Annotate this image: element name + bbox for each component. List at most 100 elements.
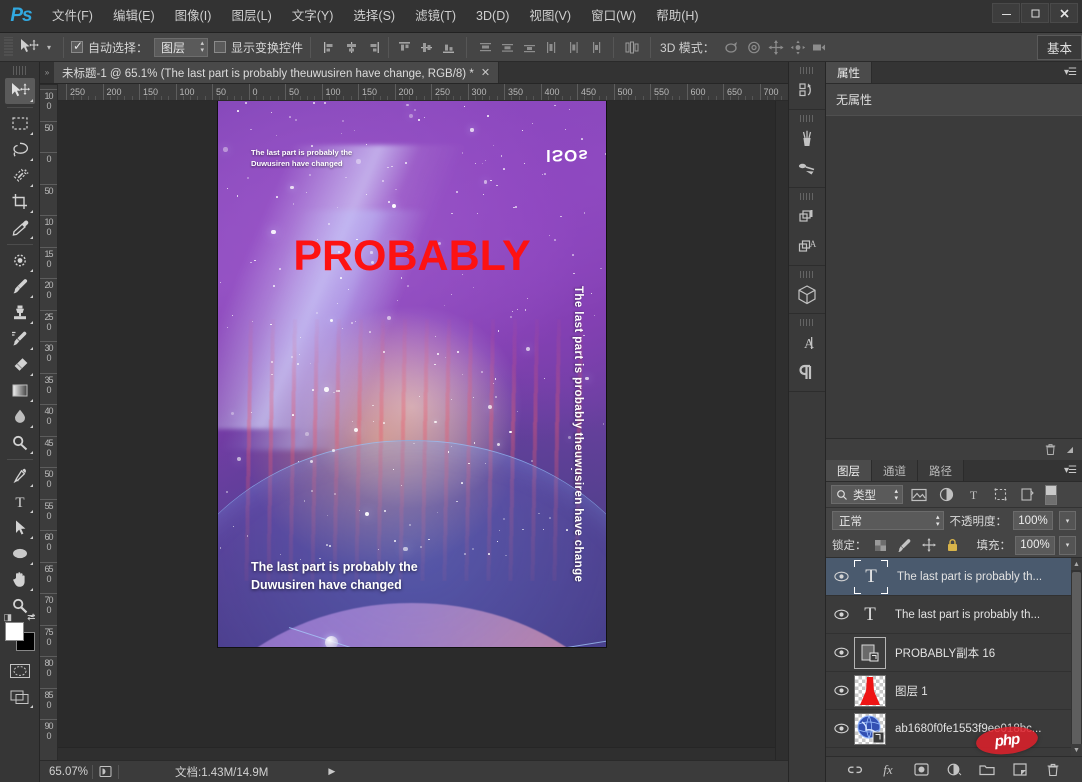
menu-type[interactable]: 文字(Y) (282, 0, 344, 33)
layers-panel-menu-icon[interactable]: ▾☰ (1064, 465, 1077, 476)
menu-image[interactable]: 图像(I) (165, 0, 222, 33)
dock-grip-icon[interactable] (800, 193, 814, 200)
document-profile-icon[interactable] (93, 765, 118, 778)
lock-all-icon[interactable] (943, 535, 963, 555)
lock-position-icon[interactable] (919, 535, 939, 555)
table-row[interactable]: PROBABLY副本 16 (826, 634, 1082, 672)
tool-horizontal-type[interactable]: T (5, 489, 35, 515)
tab-properties[interactable]: 属性 (826, 62, 872, 83)
3d-pan-icon[interactable] (765, 36, 787, 58)
tool-eyedropper[interactable] (5, 215, 35, 241)
tool-hand[interactable] (5, 567, 35, 593)
swap-colors-icon[interactable]: ⇄ (27, 612, 35, 623)
tab-scroll-icon[interactable]: » (40, 62, 54, 83)
tool-ellipse-shape[interactable] (5, 541, 35, 567)
distribute-top-edges-icon[interactable] (474, 36, 496, 58)
layer-thumbnail-text[interactable]: T (854, 599, 886, 631)
distribute-vertical-centers-icon[interactable] (496, 36, 518, 58)
fill-stepper[interactable]: ▾ (1059, 535, 1076, 555)
menu-select[interactable]: 选择(S) (343, 0, 405, 33)
tool-history-brush[interactable] (5, 326, 35, 352)
tool-clone-stamp[interactable] (5, 300, 35, 326)
filter-enable-toggle[interactable] (1045, 484, 1057, 505)
table-row[interactable]: ab1680f0fe1553f9ee018bc... (826, 710, 1082, 748)
scrollbar-thumb[interactable] (1072, 572, 1081, 756)
options-bar-grip-icon[interactable] (4, 37, 13, 57)
auto-select-checkbox[interactable] (71, 39, 83, 53)
distribute-left-edges-icon[interactable] (540, 36, 562, 58)
foreground-color-swatch[interactable] (4, 622, 24, 641)
tab-layers[interactable]: 图层 (826, 460, 872, 481)
minimize-button[interactable] (992, 3, 1020, 23)
canvas-viewport[interactable]: The last part is probably the Duwusiren … (58, 101, 788, 760)
align-top-edges-icon[interactable] (393, 36, 415, 58)
artboard[interactable]: The last part is probably the Duwusiren … (218, 101, 606, 647)
menu-3d[interactable]: 3D(D) (466, 0, 519, 33)
tool-quick-selection[interactable] (5, 163, 35, 189)
workspace-switcher-button[interactable]: 基本 (1036, 35, 1082, 60)
layer-name[interactable]: The last part is probably th... (895, 609, 1040, 621)
menu-file[interactable]: 文件(F) (42, 0, 103, 33)
active-tool-move-icon[interactable] (16, 36, 42, 58)
scroll-down-icon[interactable]: ▼ (1071, 744, 1082, 756)
adjustment-filter-icon[interactable] (935, 485, 957, 505)
distribute-right-edges-icon[interactable] (584, 36, 606, 58)
table-row[interactable]: T The last part is probably th... (826, 558, 1082, 596)
tab-channels[interactable]: 通道 (872, 460, 918, 481)
align-left-edges-icon[interactable] (318, 36, 340, 58)
tool-eraser[interactable] (5, 352, 35, 378)
menu-layer[interactable]: 图层(L) (221, 0, 281, 33)
menu-edit[interactable]: 编辑(E) (103, 0, 165, 33)
adjustment-layer-icon[interactable] (945, 761, 963, 779)
align-right-edges-icon[interactable] (362, 36, 384, 58)
pixel-filter-icon[interactable] (908, 485, 930, 505)
3d-panel-icon[interactable] (792, 280, 822, 310)
layer-visibility-icon[interactable] (828, 723, 854, 734)
new-layer-icon[interactable] (1011, 761, 1029, 779)
character-styles-icon[interactable]: A (792, 232, 822, 262)
status-expand-icon[interactable]: ▶ (322, 766, 341, 777)
layer-name[interactable]: ab1680f0fe1553f9ee018bc... (895, 723, 1041, 735)
type-filter-icon[interactable]: T (962, 485, 984, 505)
menu-window[interactable]: 窗口(W) (581, 0, 646, 33)
table-row[interactable]: T The last part is probably th... (826, 596, 1082, 634)
dock-grip-icon[interactable] (800, 319, 814, 326)
tool-move[interactable] (4, 78, 35, 104)
dock-grip-icon[interactable] (800, 115, 814, 122)
lock-transparent-pixels-icon[interactable] (871, 535, 891, 555)
tool-pen[interactable] (5, 463, 35, 489)
brush-presets-icon[interactable] (792, 124, 822, 154)
horizontal-ruler[interactable]: 250 200 150 100 50 0 50 100 150 200 250 300 350 400 45… (58, 84, 788, 101)
document-tab[interactable]: 未标题-1 @ 65.1% (The last part is probably… (54, 62, 500, 83)
smart-object-filter-icon[interactable] (1016, 485, 1038, 505)
brush-settings-icon[interactable] (792, 154, 822, 184)
3d-rotate-icon[interactable] (721, 36, 743, 58)
3d-slide-icon[interactable] (787, 36, 809, 58)
dock-grip-icon[interactable] (800, 67, 814, 74)
tool-rectangular-marquee[interactable] (5, 111, 35, 137)
tool-crop[interactable] (5, 189, 35, 215)
layer-filter-type-dropdown[interactable]: 类型 ▴ ▾ (831, 485, 903, 504)
menu-filter[interactable]: 滤镜(T) (405, 0, 466, 33)
menu-view[interactable]: 视图(V) (519, 0, 581, 33)
layer-name[interactable]: The last part is probably th... (897, 571, 1042, 583)
tool-preset-chevron-icon[interactable]: ▾ (42, 36, 56, 58)
canvas-vertical-scrollbar[interactable] (775, 101, 788, 760)
align-horizontal-centers-icon[interactable] (340, 36, 362, 58)
table-row[interactable]: 图层 1 (826, 672, 1082, 710)
layer-thumbnail-text[interactable]: T (854, 751, 886, 757)
quick-mask-toggle[interactable] (5, 658, 35, 684)
3d-roll-icon[interactable] (743, 36, 765, 58)
layer-thumbnail-text[interactable]: T (854, 559, 888, 594)
fill-value[interactable]: 100% (1015, 535, 1055, 555)
layer-style-icon[interactable]: fx (879, 761, 897, 779)
layer-list[interactable]: T The last part is probably th... T The … (826, 558, 1082, 756)
opacity-stepper[interactable]: ▾ (1059, 511, 1076, 530)
align-vertical-centers-icon[interactable] (415, 36, 437, 58)
layer-thumbnail-smart-object-image[interactable] (854, 712, 886, 745)
vertical-ruler[interactable]: 100 50 0 50 100 150 200 250 300 350 400 450 500 550 60… (40, 85, 58, 760)
history-panel-icon[interactable] (792, 76, 822, 106)
layer-visibility-icon[interactable] (828, 647, 854, 658)
3d-camera-icon[interactable] (809, 36, 831, 58)
properties-delete-icon[interactable] (1044, 443, 1057, 456)
